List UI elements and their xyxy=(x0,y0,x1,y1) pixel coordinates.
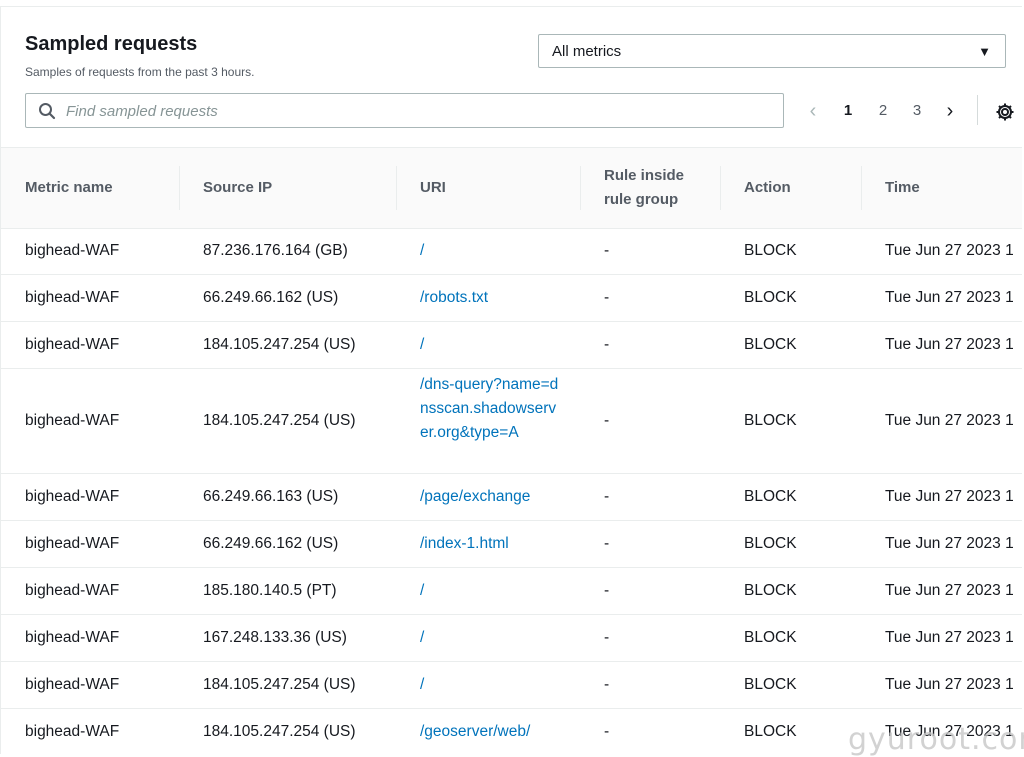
cell-uri-link[interactable]: / xyxy=(420,629,424,647)
cell-action: BLOCK xyxy=(744,676,797,693)
column-divider[interactable] xyxy=(720,166,721,210)
column-header-rule-inside-rule-group[interactable]: Rule inside rule group xyxy=(604,164,684,212)
cell-metric-name: bighead-WAF xyxy=(25,289,120,306)
cell-action: BLOCK xyxy=(744,242,797,259)
cell-uri-link[interactable]: /page/exchange xyxy=(420,488,530,506)
cell-uri-link[interactable]: /geoserver/web/ xyxy=(420,723,530,741)
table-row: bighead-WAF 87.236.176.164 (GB) / - BLOC… xyxy=(1,227,1022,275)
cell-rule: - xyxy=(604,629,610,646)
pagination-divider xyxy=(977,95,978,125)
table-header: Metric name Source IP URI Rule inside ru… xyxy=(1,147,1022,229)
cell-action: BLOCK xyxy=(744,535,797,552)
search-box[interactable] xyxy=(25,93,784,128)
cell-action: BLOCK xyxy=(744,488,797,505)
cell-rule: - xyxy=(604,336,610,353)
cell-source-ip: 184.105.247.254 (US) xyxy=(203,676,356,693)
cell-time: Tue Jun 27 2023 1 xyxy=(885,582,1014,599)
cell-action: BLOCK xyxy=(744,412,797,429)
cell-metric-name: bighead-WAF xyxy=(25,535,120,552)
cell-time: Tue Jun 27 2023 1 xyxy=(885,488,1014,505)
column-header-time[interactable]: Time xyxy=(885,176,920,200)
cell-action: BLOCK xyxy=(744,289,797,306)
table-row: bighead-WAF 184.105.247.254 (US) / - BLO… xyxy=(1,321,1022,369)
cell-uri-link[interactable]: / xyxy=(420,582,424,600)
page-1-button[interactable]: 1 xyxy=(837,98,859,124)
cell-rule: - xyxy=(604,723,610,740)
cell-source-ip: 66.249.66.163 (US) xyxy=(203,488,339,505)
column-header-rule-line-2: rule group xyxy=(604,191,679,208)
table-row: bighead-WAF 66.249.66.162 (US) /index-1.… xyxy=(1,520,1022,568)
cell-time: Tue Jun 27 2023 1 xyxy=(885,676,1014,693)
page-3-button[interactable]: 3 xyxy=(906,98,928,124)
cell-source-ip: 66.249.66.162 (US) xyxy=(203,289,339,306)
cell-action: BLOCK xyxy=(744,629,797,646)
cell-rule: - xyxy=(604,676,610,693)
search-icon xyxy=(38,102,56,125)
cell-uri-link[interactable]: / xyxy=(420,336,424,354)
chevron-right-icon[interactable]: › xyxy=(938,98,962,124)
cell-uri-link[interactable]: /index-1.html xyxy=(420,535,509,553)
column-divider[interactable] xyxy=(580,166,581,210)
cell-source-ip: 184.105.247.254 (US) xyxy=(203,723,356,740)
column-header-rule-line-1: Rule inside xyxy=(604,167,685,184)
cell-metric-name: bighead-WAF xyxy=(25,488,120,505)
cell-metric-name: bighead-WAF xyxy=(25,242,120,259)
cell-uri-link[interactable]: / xyxy=(420,676,424,694)
metric-select-value: All metrics xyxy=(552,43,622,60)
cell-time: Tue Jun 27 2023 1 xyxy=(885,336,1014,353)
column-divider[interactable] xyxy=(396,166,397,210)
table-row: bighead-WAF 185.180.140.5 (PT) / - BLOCK… xyxy=(1,567,1022,615)
cell-time: Tue Jun 27 2023 1 xyxy=(885,629,1014,646)
table-row: bighead-WAF 66.249.66.163 (US) /page/exc… xyxy=(1,473,1022,521)
chevron-left-icon[interactable]: ‹ xyxy=(801,98,825,124)
cell-time: Tue Jun 27 2023 1 xyxy=(885,289,1014,306)
table-row: bighead-WAF 184.105.247.254 (US) /dns-qu… xyxy=(1,368,1022,474)
cell-action: BLOCK xyxy=(744,723,797,740)
column-header-metric-name[interactable]: Metric name xyxy=(25,176,113,200)
cell-rule: - xyxy=(604,412,610,429)
cell-rule: - xyxy=(604,488,610,505)
cell-time: Tue Jun 27 2023 1 xyxy=(885,412,1014,429)
sampled-requests-panel: Sampled requests Samples of requests fro… xyxy=(0,6,1022,754)
cell-source-ip: 184.105.247.254 (US) xyxy=(203,412,356,429)
watermark: gyuroot.com xyxy=(848,722,1024,757)
column-header-action[interactable]: Action xyxy=(744,176,791,200)
cell-action: BLOCK xyxy=(744,336,797,353)
cell-rule: - xyxy=(604,582,610,599)
table-row: bighead-WAF 167.248.133.36 (US) / - BLOC… xyxy=(1,614,1022,662)
gear-icon[interactable] xyxy=(995,102,1015,127)
caret-down-icon: ▼ xyxy=(978,44,991,59)
cell-metric-name: bighead-WAF xyxy=(25,723,120,740)
column-divider[interactable] xyxy=(179,166,180,210)
table-row: bighead-WAF 66.249.66.162 (US) /robots.t… xyxy=(1,274,1022,322)
panel-title: Sampled requests xyxy=(25,33,198,55)
cell-source-ip: 167.248.133.36 (US) xyxy=(203,629,347,646)
cell-rule: - xyxy=(604,535,610,552)
table-row: bighead-WAF 184.105.247.254 (US) / - BLO… xyxy=(1,661,1022,709)
panel-subtitle: Samples of requests from the past 3 hour… xyxy=(25,65,255,79)
cell-uri-link[interactable]: /robots.txt xyxy=(420,289,488,307)
cell-metric-name: bighead-WAF xyxy=(25,582,120,599)
cell-metric-name: bighead-WAF xyxy=(25,412,120,429)
cell-time: Tue Jun 27 2023 1 xyxy=(885,535,1014,552)
cell-source-ip: 66.249.66.162 (US) xyxy=(203,535,339,552)
column-header-source-ip[interactable]: Source IP xyxy=(203,176,272,200)
metric-select[interactable]: All metrics ▼ xyxy=(538,34,1006,68)
cell-uri-link[interactable]: /dns-query?name=dnsscan.shadowserver.org… xyxy=(420,373,560,445)
cell-metric-name: bighead-WAF xyxy=(25,336,120,353)
cell-metric-name: bighead-WAF xyxy=(25,629,120,646)
cell-source-ip: 184.105.247.254 (US) xyxy=(203,336,356,353)
cell-action: BLOCK xyxy=(744,582,797,599)
cell-source-ip: 87.236.176.164 (GB) xyxy=(203,242,348,259)
cell-metric-name: bighead-WAF xyxy=(25,676,120,693)
cell-rule: - xyxy=(604,242,610,259)
search-input[interactable] xyxy=(64,98,768,125)
cell-source-ip: 185.180.140.5 (PT) xyxy=(203,582,337,599)
cell-time: Tue Jun 27 2023 1 xyxy=(885,242,1014,259)
page-2-button[interactable]: 2 xyxy=(872,98,894,124)
cell-uri-link[interactable]: / xyxy=(420,242,424,260)
column-header-uri[interactable]: URI xyxy=(420,176,446,200)
column-divider[interactable] xyxy=(861,166,862,210)
cell-rule: - xyxy=(604,289,610,306)
